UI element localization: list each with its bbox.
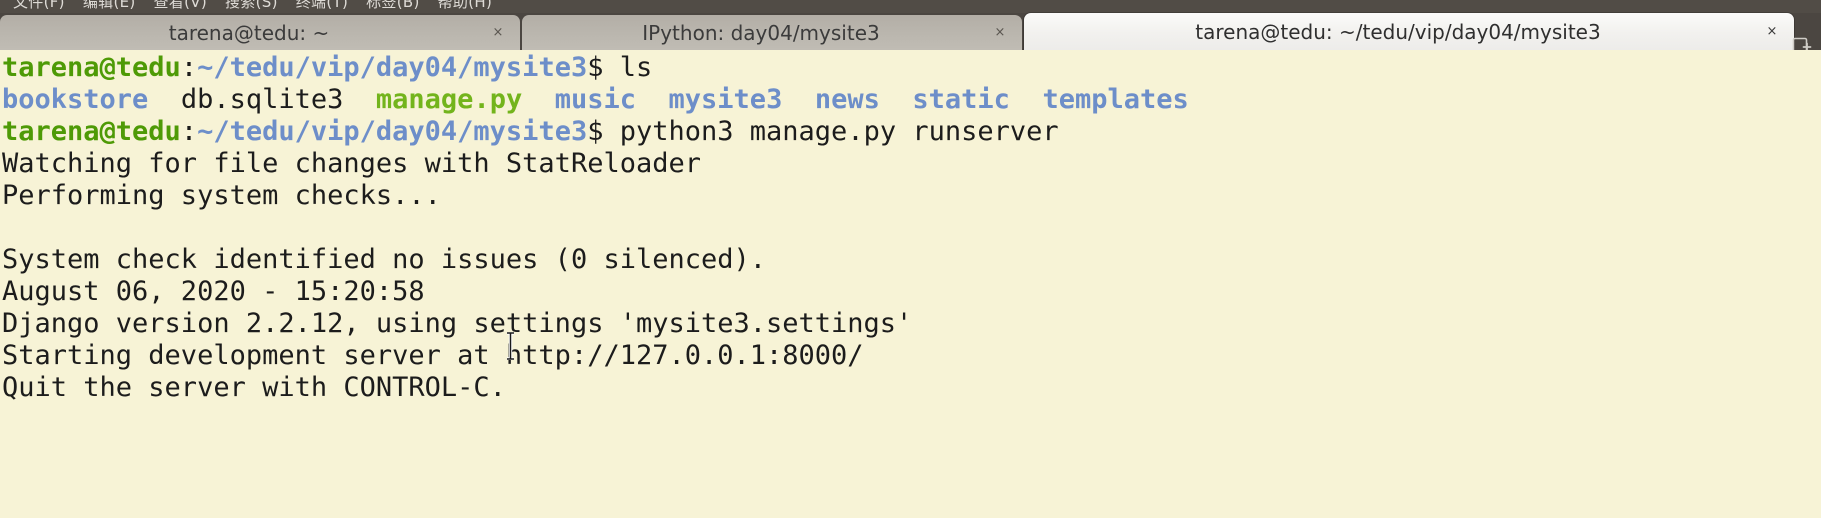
ls-gap	[880, 84, 913, 115]
prompt-user: tarena@tedu	[2, 52, 181, 83]
tab-label: tarena@tedu: ~	[168, 20, 330, 45]
ls-entry-dir: mysite3	[668, 84, 783, 115]
terminal-output-line: Quit the server with CONTROL-C.	[2, 372, 506, 403]
terminal-output-line: Django version 2.2.12, using settings 'm…	[2, 308, 913, 339]
ls-gap	[1010, 84, 1043, 115]
ls-entry-dir: music	[554, 84, 637, 115]
ls-entry-dir: static	[912, 84, 1010, 115]
text-cursor-icon	[504, 331, 517, 361]
ls-entry-file: db.sqlite3	[180, 84, 344, 115]
prompt-sigil: $	[587, 116, 604, 147]
ls-entry-exec: manage.py	[375, 84, 523, 115]
prompt-colon: :	[180, 116, 198, 147]
prompt-colon: :	[180, 52, 198, 83]
command-runserver: python3 manage.py runserver	[603, 116, 1059, 147]
terminal-line-ls-output: bookstore db.sqlite3 manage.py music mys…	[2, 84, 1821, 116]
prompt-path: ~/tedu/vip/day04/mysite3	[197, 52, 588, 83]
tab-ipython-mysite3[interactable]: IPython: day04/mysite3 ×	[522, 15, 1022, 50]
prompt-sigil: $	[587, 52, 604, 83]
terminal-output-line: August 06, 2020 - 15:20:58	[2, 276, 425, 307]
ls-entry-dir: bookstore	[2, 84, 149, 115]
terminal-output-line: Starting development server at http://12…	[2, 340, 864, 371]
menu-item-4[interactable]: 终端(T)	[287, 0, 357, 12]
terminal-line-prompt-runserver: tarena@tedu:~/tedu/vip/day04/mysite3$ py…	[2, 116, 1821, 148]
tab-label: IPython: day04/mysite3	[642, 20, 880, 45]
ls-entry-dir: templates	[1042, 84, 1189, 115]
close-icon[interactable]: ×	[992, 25, 1008, 41]
ls-entry-dir: news	[814, 84, 880, 115]
tab-label: tarena@tedu: ~/tedu/vip/day04/mysite3	[1195, 19, 1601, 44]
tab-tarena-home[interactable]: tarena@tedu: ~ ×	[0, 15, 520, 50]
ls-gap	[782, 84, 815, 115]
close-icon[interactable]: ×	[490, 25, 506, 41]
menu-item-3[interactable]: 搜索(S)	[216, 0, 287, 12]
terminal-line-prompt-ls: tarena@tedu:~/tedu/vip/day04/mysite3$ ls	[2, 52, 1821, 84]
menu-item-5[interactable]: 标签(B)	[357, 0, 429, 12]
menu-item-1[interactable]: 编辑(E)	[74, 0, 145, 12]
tab-tarena-mysite3[interactable]: tarena@tedu: ~/tedu/vip/day04/mysite3 ×	[1024, 13, 1794, 50]
terminal-output-line: System check identified no issues (0 sil…	[2, 244, 767, 275]
terminal-output-line-blank	[2, 212, 1821, 244]
prompt-user: tarena@tedu	[2, 116, 181, 147]
prompt-path: ~/tedu/vip/day04/mysite3	[197, 116, 588, 147]
ls-gap	[636, 84, 669, 115]
ls-gap	[148, 84, 181, 115]
menu-item-6[interactable]: 帮助(H)	[429, 0, 501, 12]
terminal-output-line: Performing system checks...	[2, 180, 441, 211]
menu-item-2[interactable]: 查看(V)	[145, 0, 216, 12]
menu-bar: 文件(F) 编辑(E) 查看(V) 搜索(S) 终端(T) 标签(B) 帮助(H)	[0, 0, 1821, 13]
command-ls: ls	[603, 52, 653, 83]
ls-gap	[343, 84, 376, 115]
menu-item-0[interactable]: 文件(F)	[4, 0, 74, 12]
tab-bar: tarena@tedu: ~ × IPython: day04/mysite3 …	[0, 13, 1821, 53]
terminal-output-line: Watching for file changes with StatReloa…	[2, 148, 701, 179]
terminal-window: 文件(F) 编辑(E) 查看(V) 搜索(S) 终端(T) 标签(B) 帮助(H) tare…	[0, 0, 1821, 518]
ls-gap	[522, 84, 555, 115]
close-icon[interactable]: ×	[1764, 24, 1780, 40]
terminal-screen[interactable]: tarena@tedu:~/tedu/vip/day04/mysite3$ ls…	[0, 50, 1821, 518]
